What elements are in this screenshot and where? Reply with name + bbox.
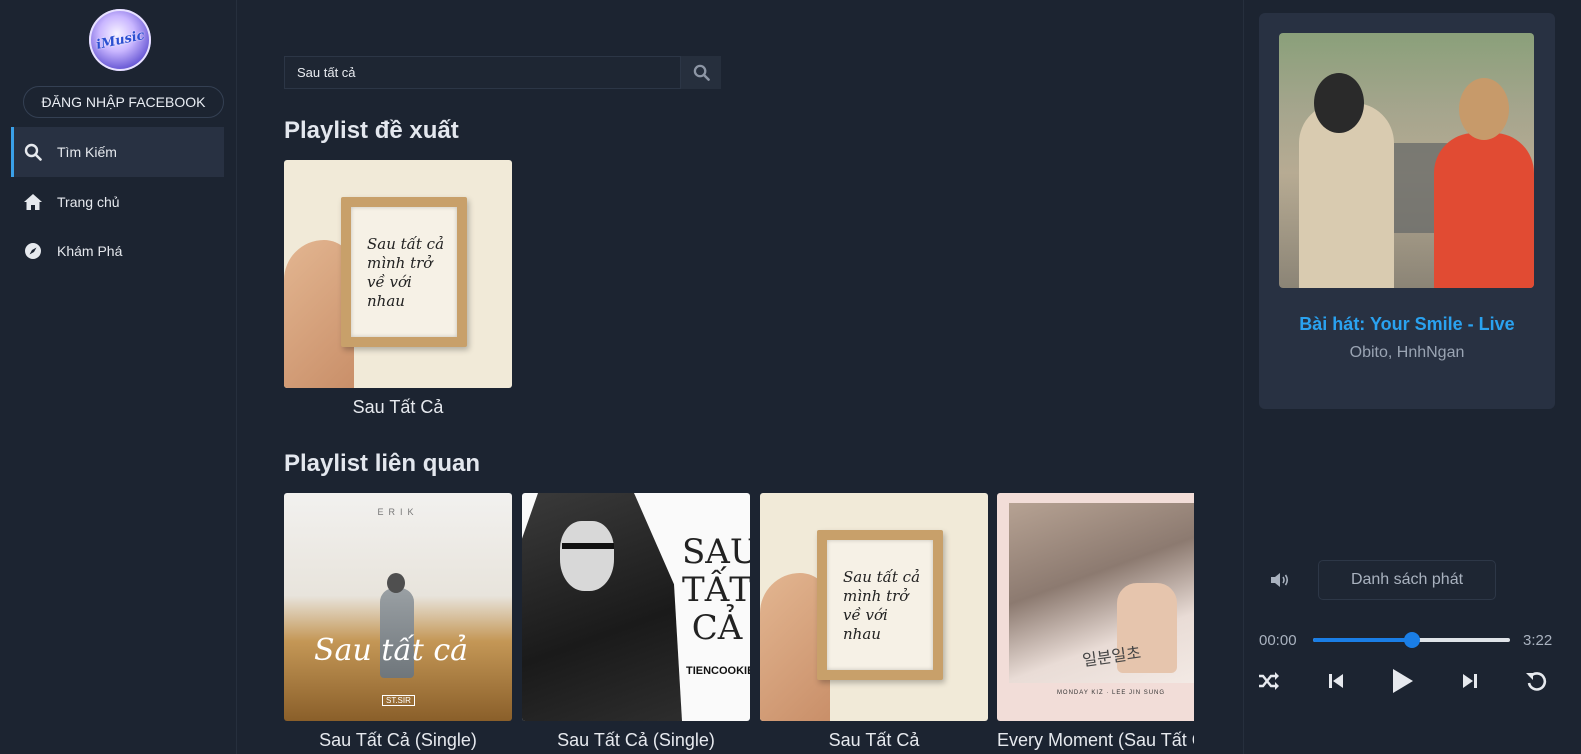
cover-tag: MONDAY KIZ · LEE JIN SUNG — [1056, 690, 1166, 696]
previous-icon — [1329, 674, 1343, 688]
sidebar: iMusic ĐĂNG NHẬP FACEBOOK Tìm Kiếm Trang… — [0, 0, 237, 754]
sidebar-item-label: Khám Phá — [57, 243, 123, 259]
play-button[interactable] — [1389, 668, 1415, 694]
facebook-login-button[interactable]: ĐĂNG NHẬP FACEBOOK — [23, 86, 224, 118]
app-logo[interactable]: iMusic — [89, 9, 151, 71]
playlist-card[interactable]: Sau tất cả mình trở về với nhau Sau Tất … — [284, 160, 512, 418]
playlist-card[interactable]: SAU TẤT CẢ TIENCOOKIE Sau Tất Cả (Single… — [522, 493, 750, 751]
sidebar-item-search[interactable]: Tìm Kiếm — [11, 127, 224, 177]
playlist-card[interactable]: Sau tất cả mình trở về với nhau Sau Tất … — [760, 493, 988, 751]
search-icon — [693, 64, 710, 81]
main-content: Playlist đề xuất Sau tất cả mình trở về … — [237, 0, 1243, 754]
cover-text: Sau tất cả mình trở về với nhau — [843, 568, 921, 643]
now-playing-card: Bài hát: Your Smile - Live Obito, HnhNga… — [1259, 13, 1555, 409]
shuffle-icon — [1259, 672, 1279, 690]
section-title-related: Playlist liên quan — [284, 450, 481, 477]
playlist-title[interactable]: Sau Tất Cả (Single) — [522, 730, 750, 751]
playlist-title[interactable]: Sau Tất Cả (Single) — [284, 730, 512, 751]
logo-text: iMusic — [94, 27, 146, 53]
current-time: 00:00 — [1259, 632, 1297, 649]
playlist-button[interactable]: Danh sách phát — [1318, 560, 1496, 600]
player-panel: Bài hát: Your Smile - Live Obito, HnhNga… — [1243, 0, 1581, 754]
playlist-cover[interactable]: ERIK Sau tất cả ST.SIR — [284, 493, 512, 721]
playlist-title[interactable]: Sau Tất Cả — [760, 730, 988, 751]
shuffle-button[interactable] — [1256, 668, 1282, 694]
progress-slider[interactable] — [1313, 632, 1510, 648]
volume-icon[interactable] — [1269, 570, 1291, 590]
home-icon — [23, 192, 43, 212]
playlist-cover[interactable]: Sau tất cả mình trở về với nhau — [760, 493, 988, 721]
playlist-card[interactable]: ERIK Sau tất cả ST.SIR Sau Tất Cả (Singl… — [284, 493, 512, 751]
search-button[interactable] — [681, 56, 721, 89]
repeat-icon — [1526, 672, 1547, 691]
cover-text: Sau tất cả — [314, 633, 469, 668]
total-time: 3:22 — [1523, 632, 1553, 649]
now-playing-cover — [1279, 33, 1534, 288]
playlist-cover[interactable]: SAU TẤT CẢ TIENCOOKIE — [522, 493, 750, 721]
cover-text: Sau tất cả mình trở về với nhau — [367, 235, 445, 310]
playlist-title[interactable]: Sau Tất Cả — [284, 397, 512, 418]
next-icon — [1463, 674, 1477, 688]
compass-icon — [23, 241, 43, 261]
previous-button[interactable] — [1323, 668, 1349, 694]
sidebar-item-label: Tìm Kiếm — [57, 144, 117, 160]
playlist-cover[interactable]: 일분일초 MONDAY KIZ · LEE JIN SUNG — [997, 493, 1194, 721]
progress-fill — [1313, 638, 1412, 642]
song-title: Bài hát: Your Smile - Live — [1299, 314, 1515, 334]
cover-artist: ERIK — [377, 507, 419, 517]
playlist-title[interactable]: Every Moment (Sau Tất Cả) — [997, 730, 1194, 751]
app-root: iMusic ĐĂNG NHẬP FACEBOOK Tìm Kiếm Trang… — [0, 0, 1581, 754]
cover-text: SAU TẤT CẢ — [682, 532, 750, 648]
cover-tag: ST.SIR — [382, 695, 415, 706]
sidebar-item-label: Trang chủ — [57, 194, 120, 210]
next-button[interactable] — [1457, 668, 1483, 694]
progress-handle[interactable] — [1403, 632, 1420, 648]
section-title-suggested: Playlist đề xuất — [284, 117, 459, 144]
sidebar-item-home[interactable]: Trang chủ — [11, 177, 224, 227]
playlist-cover[interactable]: Sau tất cả mình trở về với nhau — [284, 160, 512, 388]
playlist-card[interactable]: 일분일초 MONDAY KIZ · LEE JIN SUNG Every Mom… — [997, 493, 1194, 751]
sidebar-item-discover[interactable]: Khám Phá — [11, 226, 224, 276]
cover-tag: TIENCOOKIE — [686, 665, 750, 677]
search-icon — [23, 142, 43, 162]
song-artist: Obito, HnhNgan — [1349, 344, 1465, 361]
play-icon — [1393, 669, 1413, 693]
search-input[interactable] — [284, 56, 681, 89]
repeat-button[interactable] — [1523, 668, 1549, 694]
